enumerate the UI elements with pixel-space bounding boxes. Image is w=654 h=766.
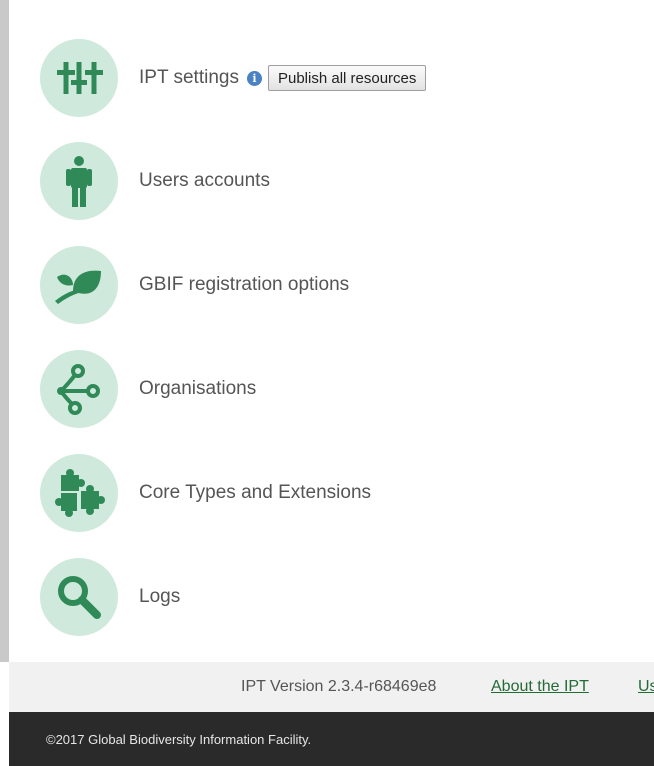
magnifier-icon bbox=[40, 558, 118, 636]
menu-item-gbif-registration[interactable]: GBIF registration options bbox=[40, 245, 349, 325]
menu-item-organisations[interactable]: Organisations bbox=[40, 349, 256, 429]
menu-item-label: Users accounts bbox=[139, 170, 270, 191]
network-icon bbox=[40, 350, 118, 428]
menu-item-core-types[interactable]: Core Types and Extensions bbox=[40, 453, 371, 533]
puzzle-icon bbox=[40, 454, 118, 532]
sliders-icon bbox=[40, 39, 118, 117]
info-icon[interactable]: i bbox=[246, 70, 262, 86]
copyright-text: ©2017 Global Biodiversity Information Fa… bbox=[46, 732, 312, 747]
menu-item-label: Organisations bbox=[139, 378, 257, 399]
version-text: IPT Version 2.3.4-r68469e8 bbox=[241, 678, 437, 695]
menu-item-label: GBIF registration options bbox=[139, 274, 350, 295]
user-icon bbox=[40, 142, 118, 220]
left-border bbox=[0, 0, 9, 662]
menu-item-logs[interactable]: Logs bbox=[40, 557, 180, 637]
publish-all-resources-button[interactable]: Publish all resources bbox=[267, 65, 427, 91]
menu-item-label: IPT settings bbox=[139, 67, 239, 88]
menu-item-label: Core Types and Extensions bbox=[139, 482, 372, 503]
menu-item-ipt-settings[interactable]: IPT settings i Publish all resources bbox=[40, 38, 427, 118]
menu-item-label: Logs bbox=[139, 586, 181, 607]
footer: IPT Version 2.3.4-r68469e8 About the IPT… bbox=[9, 662, 654, 712]
menu-item-users-accounts[interactable]: Users accounts bbox=[40, 141, 270, 221]
leaf-icon bbox=[40, 246, 118, 324]
about-ipt-link[interactable]: About the IPT bbox=[491, 678, 589, 696]
footer-link-truncated[interactable]: Us bbox=[638, 678, 654, 696]
copyright-bar: ©2017 Global Biodiversity Information Fa… bbox=[9, 712, 654, 766]
